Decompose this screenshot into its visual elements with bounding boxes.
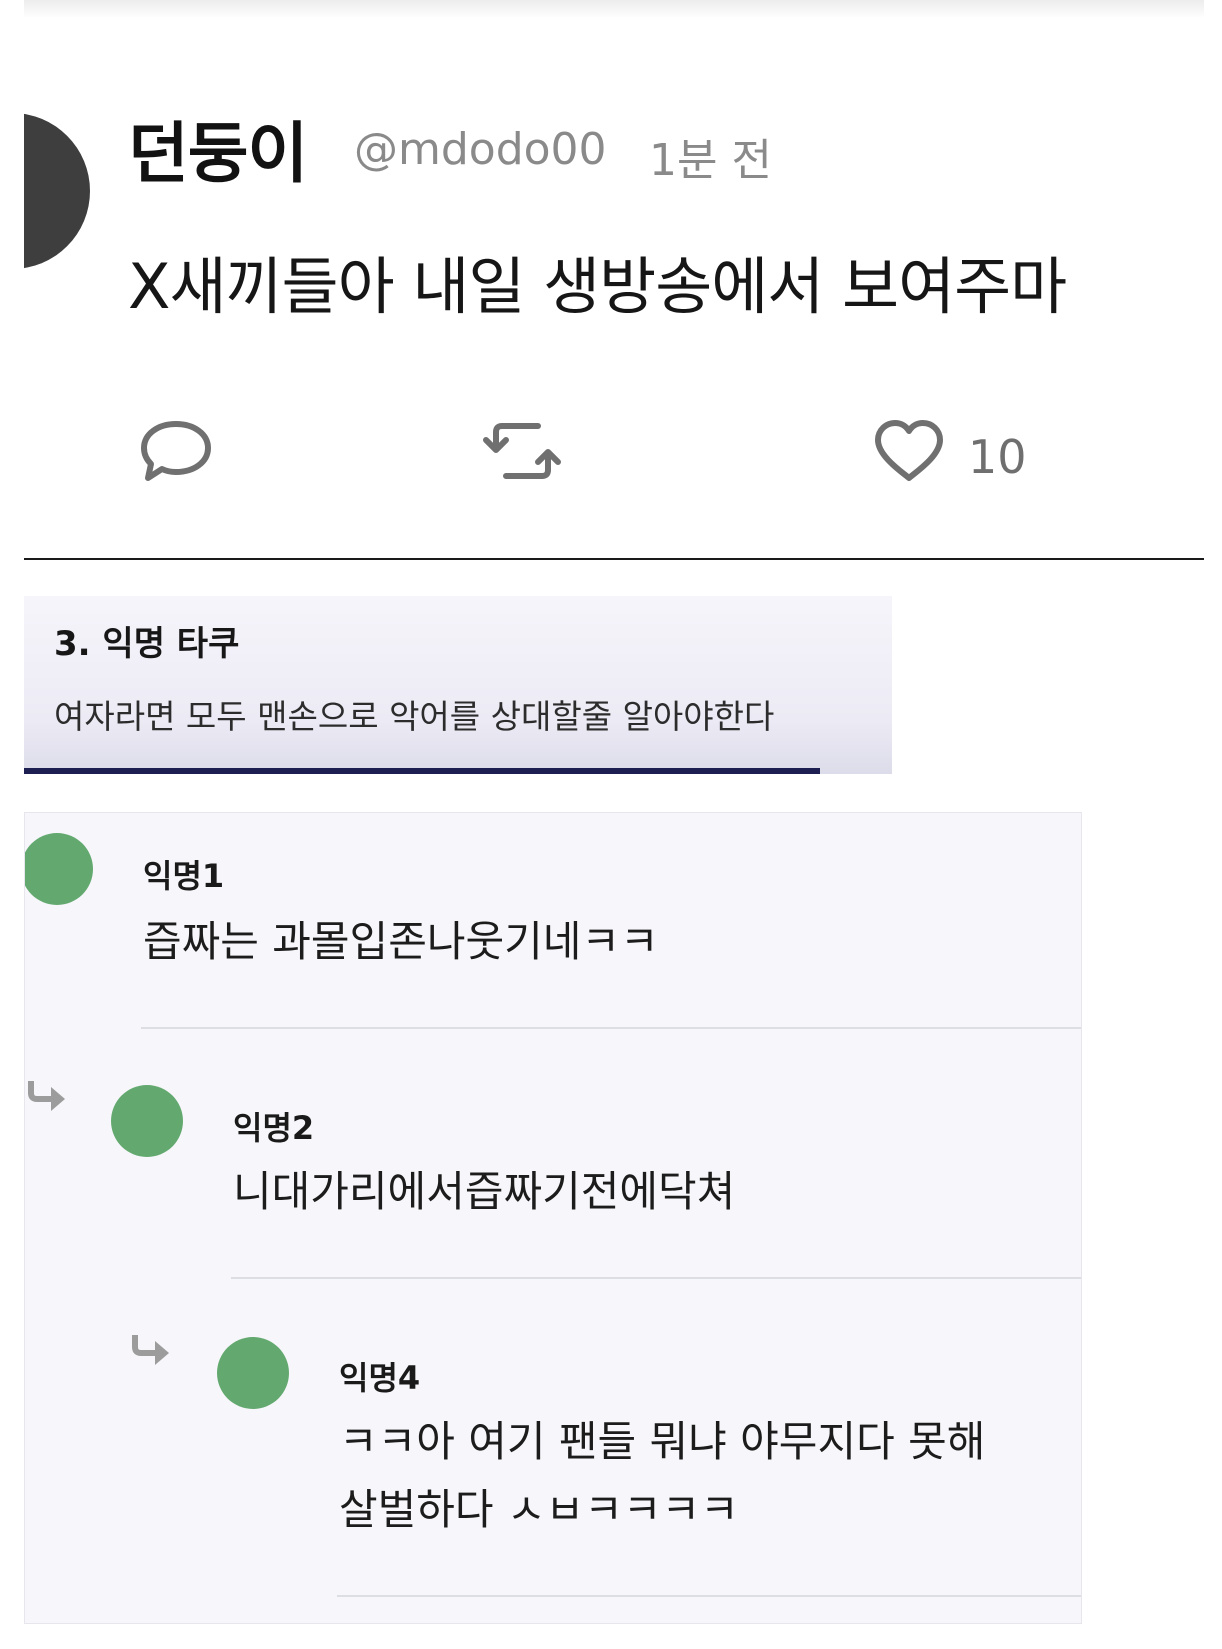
avatar[interactable] xyxy=(217,1337,289,1409)
tweet-text: X새끼들아 내일 생방송에서 보여주마 xyxy=(128,250,1067,323)
heart-icon xyxy=(875,420,943,481)
comment-text-line-1: ㅋㅋ아 여기 팬들 뭐냐 야무지다 못해 xyxy=(339,1417,986,1466)
tweet-timestamp: 1분 전 xyxy=(649,135,772,186)
reply-arrow-icon xyxy=(28,1081,65,1111)
tweet-card: 던둥이 @mdodo00 1분 전 X새끼들아 내일 생방송에서 보여주마 10 xyxy=(24,0,1204,560)
avatar[interactable] xyxy=(111,1085,183,1157)
avatar[interactable] xyxy=(25,833,93,905)
retweet-button[interactable] xyxy=(482,418,564,484)
like-button[interactable] xyxy=(872,418,946,484)
comment-divider xyxy=(231,1277,1081,1279)
comment-divider xyxy=(337,1595,1081,1597)
like-count: 10 xyxy=(968,430,1027,484)
tweet-display-name[interactable]: 던둥이 xyxy=(128,100,308,196)
tweet-avatar[interactable] xyxy=(24,113,90,269)
banner-title: 3. 익명 타쿠 xyxy=(54,624,240,664)
comment-author[interactable]: 익명2 xyxy=(233,1103,314,1149)
tweet-handle[interactable]: @mdodo00 xyxy=(354,124,607,175)
comment-text-line-2: 살벌하다 ㅅㅂㅋㅋㅋㅋ xyxy=(339,1485,739,1534)
reply-arrow-icon xyxy=(132,1335,169,1365)
topic-banner: 3. 익명 타쿠 여자라면 모두 맨손으로 악어를 상대할줄 알아야한다 xyxy=(24,596,892,774)
comment-thread: 익명1 즙짜는 과몰입존나웃기네ㅋㅋ 익명2 니대가리에서즙짜기전에닥쳐 익명4… xyxy=(24,812,1082,1624)
top-fade xyxy=(24,0,1204,18)
retweet-icon xyxy=(483,423,561,479)
comment-author[interactable]: 익명4 xyxy=(339,1353,420,1399)
reply-button[interactable] xyxy=(138,418,214,484)
banner-subtitle: 여자라면 모두 맨손으로 악어를 상대할줄 알아야한다 xyxy=(54,697,775,736)
banner-underline xyxy=(24,768,820,774)
comment-text: 니대가리에서즙짜기전에닥쳐 xyxy=(233,1167,736,1216)
screenshot-collage: 던둥이 @mdodo00 1분 전 X새끼들아 내일 생방송에서 보여주마 10 xyxy=(0,0,1222,1649)
comment-author[interactable]: 익명1 xyxy=(143,851,224,897)
comment-divider xyxy=(141,1027,1081,1029)
comment-text: 즙짜는 과몰입존나웃기네ㅋㅋ xyxy=(143,917,659,966)
comment-icon xyxy=(141,421,211,481)
